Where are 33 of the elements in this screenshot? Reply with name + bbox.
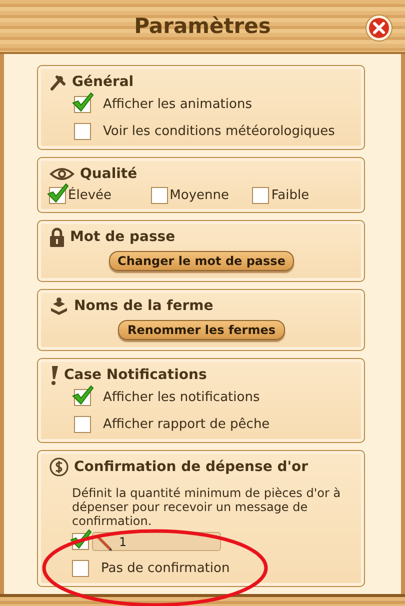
checkbox[interactable] [150,187,168,204]
close-button[interactable] [365,14,393,42]
lock-icon [49,227,65,247]
section-title: Noms de la ferme [74,298,214,314]
section-title: Qualité [80,166,138,182]
option-label: Voir les conditions météorologiques [103,124,335,139]
stack-icon [49,297,69,315]
checkbox[interactable] [74,416,91,433]
section-title: Mot de passe [70,229,176,245]
checkmark-icon [70,529,92,549]
option-label: Afficher rapport de pêche [103,417,270,432]
checkbox[interactable] [252,187,270,204]
dollar-coin-icon [49,457,69,477]
section-title: Confirmation de dépense d'or [74,459,308,475]
option-label: Moyenne [170,188,230,203]
option-label: Faible [271,188,310,203]
exclamation-icon [49,365,59,385]
eye-icon [49,167,75,181]
section-title: Case Notifications [64,367,207,383]
window-title: Paramètres [134,14,271,38]
option-label: Afficher les notifications [103,390,260,405]
description-text: Définit la quantité minimum de pièces d'or à dépenser pour recevoir un message de confirmation. [72,486,342,528]
checkmark-icon [72,92,94,112]
checkmark-icon [72,385,94,405]
checkmark-icon [47,183,69,203]
section-title: Général [72,74,134,90]
option-label: Élevée [68,188,112,203]
action-button[interactable]: Renommer les fermes [118,320,285,340]
option-label: Afficher les animations [103,97,252,112]
action-button[interactable]: Changer le mot de passe [108,251,294,271]
checkbox[interactable] [74,123,91,140]
option-label: Pas de confirmation [101,561,230,576]
checkbox[interactable] [72,560,89,577]
